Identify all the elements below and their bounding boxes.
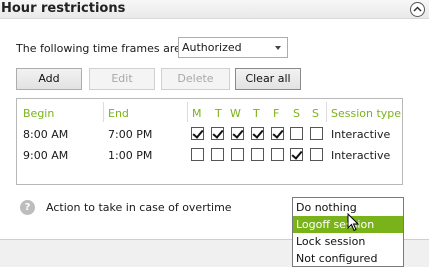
checkbox-sunday[interactable] bbox=[310, 148, 323, 161]
checkbox-thursday[interactable] bbox=[251, 127, 264, 140]
column-separator bbox=[187, 102, 188, 122]
panel-header: Hour restrictions bbox=[0, 0, 429, 19]
column-header-thursday: T bbox=[253, 107, 260, 120]
overtime-action-label: Action to take in case of overtime bbox=[46, 201, 232, 214]
column-header-end: End bbox=[108, 107, 129, 120]
checkbox-saturday[interactable] bbox=[290, 127, 303, 140]
column-separator bbox=[326, 102, 327, 122]
checkbox-wednesday[interactable] bbox=[231, 148, 244, 161]
row-end: 1:00 PM bbox=[108, 149, 153, 162]
add-button[interactable]: Add bbox=[16, 68, 82, 90]
checkbox-saturday[interactable] bbox=[290, 148, 303, 161]
checkbox-monday[interactable] bbox=[191, 148, 204, 161]
column-header-wednesday: W bbox=[230, 107, 241, 120]
column-header-sunday: S bbox=[312, 107, 319, 120]
overtime-action-dropdown-list[interactable]: Do nothing Logoff session Lock session N… bbox=[292, 197, 404, 267]
column-header-monday: M bbox=[192, 107, 202, 120]
checkbox-sunday[interactable] bbox=[310, 127, 323, 140]
time-frames-selected-value: Authorized bbox=[182, 41, 242, 54]
row-end: 7:00 PM bbox=[108, 128, 153, 141]
help-icon[interactable]: ? bbox=[20, 200, 35, 215]
chevron-down-icon bbox=[275, 46, 281, 50]
panel-title: Hour restrictions bbox=[1, 1, 126, 16]
hour-restrictions-grid: Begin End M T W T F S S Session type 8:0… bbox=[16, 98, 403, 185]
row-begin: 8:00 AM bbox=[23, 128, 69, 141]
row-begin: 9:00 AM bbox=[23, 149, 69, 162]
column-header-friday: F bbox=[273, 107, 280, 120]
column-header-saturday: S bbox=[293, 107, 300, 120]
delete-button[interactable]: Delete bbox=[161, 68, 230, 90]
checkbox-friday[interactable] bbox=[271, 148, 284, 161]
column-header-session-type: Session type bbox=[331, 107, 402, 120]
time-frames-select[interactable]: Authorized bbox=[178, 37, 288, 58]
checkbox-tuesday[interactable] bbox=[211, 148, 224, 161]
clear-all-button[interactable]: Clear all bbox=[235, 68, 301, 90]
column-header-tuesday: T bbox=[215, 107, 222, 120]
row-session-type: Interactive bbox=[331, 149, 391, 162]
checkbox-friday[interactable] bbox=[271, 127, 284, 140]
column-separator bbox=[103, 102, 104, 122]
row-session-type: Interactive bbox=[331, 128, 391, 141]
checkbox-thursday[interactable] bbox=[251, 148, 264, 161]
checkbox-wednesday[interactable] bbox=[231, 127, 244, 140]
column-header-begin: Begin bbox=[23, 107, 55, 120]
checkbox-tuesday[interactable] bbox=[211, 127, 224, 140]
option-lock-session[interactable]: Lock session bbox=[293, 233, 403, 250]
checkbox-monday[interactable] bbox=[191, 127, 204, 140]
mouse-cursor-icon bbox=[347, 213, 359, 232]
edit-button[interactable]: Edit bbox=[89, 68, 155, 90]
chevron-up-icon[interactable] bbox=[410, 2, 425, 17]
time-frames-label: The following time frames are bbox=[16, 42, 181, 55]
option-not-configured[interactable]: Not configured bbox=[293, 250, 403, 267]
